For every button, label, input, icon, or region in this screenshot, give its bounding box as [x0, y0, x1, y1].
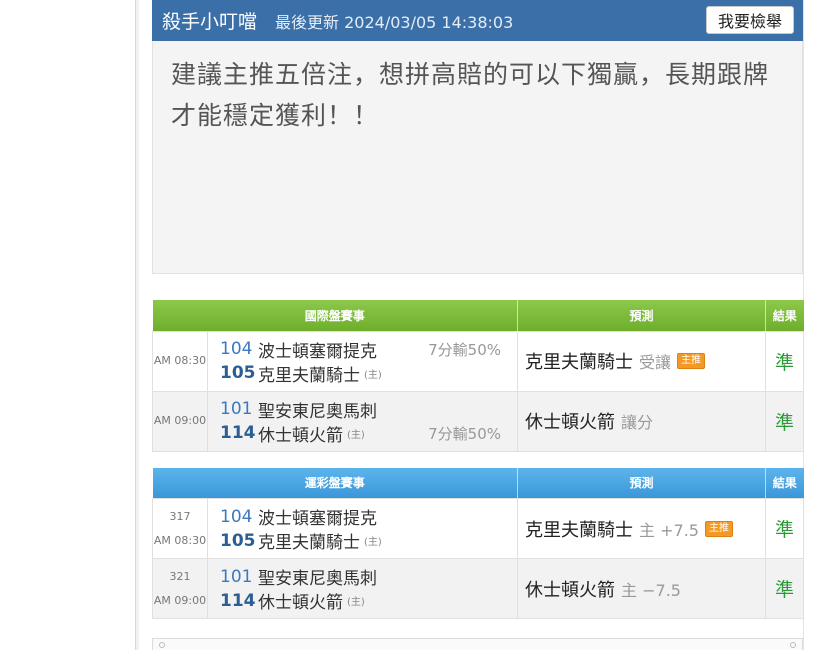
away-team-line: 101 聖安東尼奧馬刺 — [220, 397, 517, 422]
home-team-number: 105 — [220, 363, 256, 383]
report-button[interactable]: 我要檢舉 — [705, 6, 794, 34]
home-marker: (主) — [364, 537, 382, 548]
away-team-number: 101 — [220, 566, 253, 587]
away-team-name[interactable]: 聖安東尼奧馬刺 — [258, 564, 377, 589]
home-team-number: 114 — [220, 423, 256, 443]
comment-body: 建議主推五倍注，想拼高賠的可以下獨贏，長期跟牌才能穩定獲利！！ — [152, 41, 803, 274]
game-code: 321 — [169, 569, 191, 583]
table-row: 321 AM 09:00 101 聖安東尼奧馬刺 114 休士頓火箭 (主) 休… — [152, 558, 805, 619]
game-code: 317 — [169, 509, 191, 523]
time-cell: 321 AM 09:00 — [152, 558, 208, 619]
away-team-number: 101 — [220, 399, 253, 419]
teams-cell: 101 聖安東尼奧馬刺 114 休士頓火箭 (主) 7分輸50% — [206, 390, 519, 452]
header-prediction: 預測 — [517, 467, 767, 499]
prediction-note: 主 +7.5 — [639, 520, 699, 540]
main-column: 殺手小叮噹 最後更新 2024/03/05 14:38:03 我要檢舉 建議主推… — [152, 0, 805, 619]
predicted-team: 克里夫蘭騎士 — [525, 352, 634, 373]
home-team-line: 105 克里夫蘭騎士 (主) — [220, 361, 517, 386]
header-international-events: 國際盤賽事 — [152, 300, 519, 331]
left-sidebar-blank — [0, 0, 139, 650]
home-team-line: 114 休士頓火箭 (主) — [220, 588, 517, 614]
corner-dot — [159, 642, 165, 648]
right-sidebar-blank — [803, 0, 828, 650]
recommend-badge: 主推 — [677, 353, 706, 369]
comment-header: 殺手小叮噹 最後更新 2024/03/05 14:38:03 我要檢舉 — [152, 0, 803, 41]
last-updated: 最後更新 2024/03/05 14:38:03 — [275, 12, 514, 32]
home-team-name[interactable]: 休士頓火箭 — [258, 588, 343, 613]
home-marker: (主) — [347, 429, 365, 441]
away-team-name[interactable]: 波士頓塞爾提克 — [258, 337, 377, 362]
time-cell: 317 AM 08:30 — [152, 498, 208, 559]
predicted-team: 休士頓火箭 — [525, 412, 616, 433]
prediction-cell: 休士頓火箭 讓分 — [517, 390, 767, 452]
result-cell: 準 — [765, 330, 805, 392]
game-time: AM 08:30 — [153, 354, 207, 367]
recommend-badge: 主推 — [704, 520, 733, 537]
game-time: AM 08:30 — [153, 533, 207, 547]
time-cell: AM 08:30 — [152, 330, 208, 392]
result-cell: 準 — [765, 558, 805, 619]
prediction-cell: 休士頓火箭 主 −7.5 — [517, 558, 767, 619]
home-team-line: 105 克里夫蘭騎士 (主) — [220, 528, 517, 554]
away-team-line: 104 波士頓塞爾提克 7分輸50% — [220, 337, 517, 362]
header-prediction: 預測 — [517, 300, 767, 331]
away-team-number: 104 — [220, 506, 253, 527]
away-team-name[interactable]: 波士頓塞爾提克 — [258, 504, 377, 529]
odds-text: 7分輸50% — [428, 340, 502, 359]
away-team-number: 104 — [220, 339, 253, 359]
sports-lottery-table: 運彩盤賽事 預測 結果 317 AM 08:30 104 波士頓塞爾提克 105… — [152, 467, 805, 619]
header-result: 結果 — [765, 300, 804, 331]
table-row: AM 09:00 101 聖安東尼奧馬刺 114 休士頓火箭 (主) 7分輸50… — [152, 390, 805, 452]
home-marker: (主) — [364, 369, 382, 381]
odds-text: 7分輸50% — [428, 424, 502, 443]
away-team-line: 101 聖安東尼奧馬刺 — [220, 564, 517, 590]
corner-dot — [790, 642, 796, 648]
result-cell: 準 — [765, 390, 805, 452]
predicted-team: 克里夫蘭騎士 — [525, 519, 634, 541]
next-panel-edge — [152, 638, 803, 650]
teams-cell: 101 聖安東尼奧馬刺 114 休士頓火箭 (主) — [206, 558, 519, 619]
prediction-note: 讓分 — [621, 413, 654, 432]
home-team-line: 114 休士頓火箭 (主) 7分輸50% — [220, 421, 517, 446]
result-cell: 準 — [765, 498, 805, 559]
teams-cell: 104 波士頓塞爾提克 7分輸50% 105 克里夫蘭騎士 (主) — [206, 330, 519, 392]
predicted-team: 休士頓火箭 — [525, 579, 616, 601]
prediction-note: 受讓 — [639, 353, 672, 372]
prediction-cell: 克里夫蘭騎士 主 +7.5 主推 — [517, 498, 767, 559]
home-team-number: 114 — [220, 590, 256, 611]
header-result: 結果 — [765, 467, 804, 499]
away-team-line: 104 波士頓塞爾提克 — [220, 504, 517, 530]
home-team-number: 105 — [220, 530, 256, 551]
author-name[interactable]: 殺手小叮噹 — [162, 7, 257, 34]
home-team-name[interactable]: 克里夫蘭騎士 — [258, 361, 360, 386]
away-team-name[interactable]: 聖安東尼奧馬刺 — [258, 397, 377, 422]
time-cell: AM 09:00 — [152, 390, 208, 452]
game-time: AM 09:00 — [153, 414, 207, 427]
international-odds-table: 國際盤賽事 預測 結果 AM 08:30 104 波士頓塞爾提克 7分輸50% … — [152, 300, 805, 452]
teams-cell: 104 波士頓塞爾提克 105 克里夫蘭騎士 (主) — [206, 498, 519, 559]
home-team-name[interactable]: 克里夫蘭騎士 — [258, 528, 360, 553]
home-team-name[interactable]: 休士頓火箭 — [258, 421, 343, 446]
header-lottery-events: 運彩盤賽事 — [152, 467, 519, 499]
prediction-note: 主 −7.5 — [621, 580, 681, 600]
table-row: AM 08:30 104 波士頓塞爾提克 7分輸50% 105 克里夫蘭騎士 (… — [152, 330, 805, 392]
prediction-cell: 克里夫蘭騎士 受讓 主推 — [517, 330, 767, 392]
comment-text: 建議主推五倍注，想拼高賠的可以下獨贏，長期跟牌才能穩定獲利！！ — [171, 60, 770, 130]
home-marker: (主) — [347, 597, 365, 608]
game-time: AM 09:00 — [153, 593, 207, 607]
table-row: 317 AM 08:30 104 波士頓塞爾提克 105 克里夫蘭騎士 (主) — [152, 498, 805, 559]
